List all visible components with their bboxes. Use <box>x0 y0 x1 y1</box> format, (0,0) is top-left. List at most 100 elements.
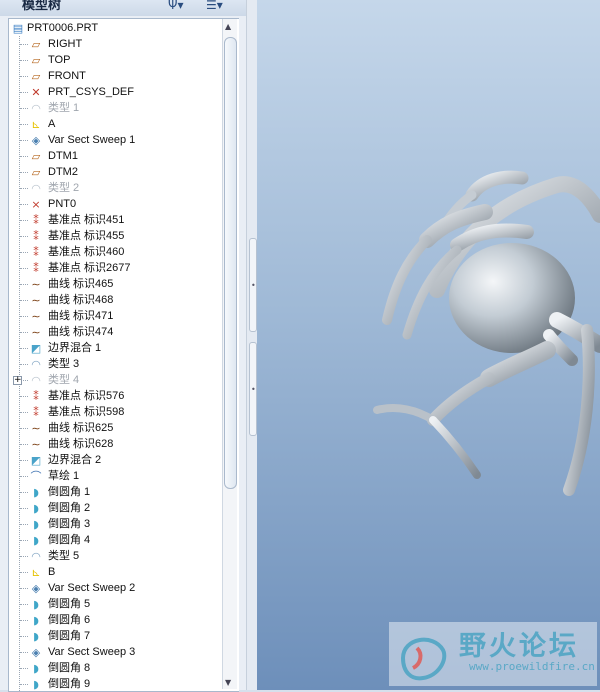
graphics-window[interactable]: 野火论坛 www.proewildfire.cn <box>257 0 600 690</box>
points-icon: ⁑ <box>33 214 39 227</box>
tree-item-label: 倒圆角 7 <box>48 630 91 642</box>
tree-item[interactable]: ◈ Var Sect Sweep 3 <box>9 644 225 660</box>
plane-icon: ▱ <box>31 54 41 67</box>
tree-item[interactable]: ⁑ 基准点 标识2677 <box>9 260 225 276</box>
curve-icon: ∼ <box>31 310 41 323</box>
tree-item-label: 倒圆角 4 <box>48 534 91 546</box>
tree-item-label: 类型 5 <box>48 550 80 562</box>
tree-item[interactable]: ◗ 倒圆角 3 <box>9 516 225 532</box>
expand-icon[interactable]: + <box>13 376 22 385</box>
round-icon: ◗ <box>33 678 39 691</box>
tree-item[interactable]: ▱ RIGHT <box>9 36 225 52</box>
round-icon: ◗ <box>33 534 39 547</box>
tree-item[interactable]: ◗ 倒圆角 1 <box>9 484 225 500</box>
tree-item[interactable]: ◠ 类型 1 <box>9 100 225 116</box>
tree-settings-button[interactable]: ☰▾ <box>206 0 240 12</box>
tree-branch-line <box>20 540 28 541</box>
quilt-icon: ◠ <box>31 550 41 563</box>
tree-branch-line <box>20 236 28 237</box>
tree-item-label: DTM1 <box>48 150 78 162</box>
quilt-icon: ◠ <box>31 374 41 387</box>
show-filter-button[interactable]: Ψ▾ <box>168 0 198 12</box>
scroll-down-icon[interactable]: ▼ <box>225 678 231 687</box>
tree-item[interactable]: ◗ 倒圆角 6 <box>9 612 225 628</box>
tree-item[interactable]: ◩ 边界混合 1 <box>9 340 225 356</box>
csys-axis-icon: ⊾ <box>31 566 41 579</box>
tree-item[interactable]: ⁑ 基准点 标识455 <box>9 228 225 244</box>
tree-item-label: 类型 1 <box>48 102 80 114</box>
tree-branch-line <box>20 444 28 445</box>
tree-item[interactable]: ⁑ 基准点 标识460 <box>9 244 225 260</box>
tree-item[interactable]: ⊾ A <box>9 116 225 132</box>
plane-icon: ▱ <box>31 70 41 83</box>
tree-branch-line <box>20 604 28 605</box>
tree-item[interactable]: + ◠ 类型 4 <box>9 372 225 388</box>
tree-branch-line <box>20 44 28 45</box>
tree-item[interactable]: ⁑ 基准点 标识451 <box>9 212 225 228</box>
tree-item[interactable]: ◈ Var Sect Sweep 1 <box>9 132 225 148</box>
tree-item[interactable]: ◗ 倒圆角 2 <box>9 500 225 516</box>
tree-branch-line <box>20 588 28 589</box>
forum-logo-icon <box>400 637 447 681</box>
points-icon: ⁑ <box>33 390 39 403</box>
tree-item[interactable]: × PNT0 <box>9 196 225 212</box>
tree-item[interactable]: ▱ DTM2 <box>9 164 225 180</box>
tree-item[interactable]: ⌒ 草绘 1 <box>9 468 225 484</box>
tree-item-label: 曲线 标识474 <box>48 326 114 338</box>
tree-item[interactable]: ◩ 边界混合 2 <box>9 452 225 468</box>
quilt-icon: ◠ <box>31 358 41 371</box>
tree-branch-line <box>20 492 28 493</box>
tree-item[interactable]: ◠ 类型 2 <box>9 180 225 196</box>
tree-branch-line <box>20 428 28 429</box>
blend-icon: ◩ <box>30 342 42 355</box>
splitter-grip-lower[interactable]: • <box>249 342 257 436</box>
tree-item[interactable]: ∼ 曲线 标识471 <box>9 308 225 324</box>
scroll-up-icon[interactable]: ▲ <box>225 22 231 31</box>
tree-scrollbar[interactable]: ▲ ▼ <box>222 19 237 689</box>
tree-branch-line <box>20 364 28 365</box>
panel-splitter[interactable]: • • <box>246 0 257 690</box>
curve-icon: ∼ <box>31 294 41 307</box>
curve-icon: ∼ <box>31 438 41 451</box>
tree-item-label: 曲线 标识625 <box>48 422 114 434</box>
model-tree[interactable]: ▤ PRT0006.PRT ▱ RIGHT ▱ TOP ▱ FRONT ✕ PRT_CSYS_… <box>8 18 239 692</box>
tree-item[interactable]: ∼ 曲线 标识465 <box>9 276 225 292</box>
tree-branch-line <box>20 108 28 109</box>
tree-item[interactable]: ∼ 曲线 标识468 <box>9 292 225 308</box>
points-icon: ⁑ <box>33 230 39 243</box>
tree-item[interactable]: ▱ TOP <box>9 52 225 68</box>
sweep-icon: ◈ <box>31 646 41 659</box>
tree-item[interactable]: ◗ 倒圆角 4 <box>9 532 225 548</box>
tree-item[interactable]: ◠ 类型 3 <box>9 356 225 372</box>
tree-item[interactable]: ⊾ B <box>9 564 225 580</box>
scroll-thumb[interactable] <box>224 37 237 489</box>
round-icon: ◗ <box>33 662 39 675</box>
round-icon: ◗ <box>33 502 39 515</box>
tree-item-label: 类型 2 <box>48 182 80 194</box>
tree-item[interactable]: ∼ 曲线 标识625 <box>9 420 225 436</box>
tree-item-label: 类型 4 <box>48 374 80 386</box>
tree-item[interactable]: ◗ 倒圆角 5 <box>9 596 225 612</box>
tree-item[interactable]: ◠ 类型 5 <box>9 548 225 564</box>
forum-watermark: 野火论坛 www.proewildfire.cn <box>389 622 597 686</box>
tree-item[interactable]: ✕ PRT_CSYS_DEF <box>9 84 225 100</box>
curve-icon: ∼ <box>31 326 41 339</box>
tree-root[interactable]: ▤ PRT0006.PRT <box>9 20 225 36</box>
tree-item[interactable]: ◗ 倒圆角 7 <box>9 628 225 644</box>
tree-item-label: TOP <box>48 54 71 66</box>
tree-item[interactable]: ▱ DTM1 <box>9 148 225 164</box>
panel-title: 模型树 <box>22 0 62 13</box>
tree-item[interactable]: ∼ 曲线 标识474 <box>9 324 225 340</box>
tree-branch-line <box>20 460 28 461</box>
tree-item[interactable]: ▱ FRONT <box>9 68 225 84</box>
tree-item[interactable]: ⁑ 基准点 标识598 <box>9 404 225 420</box>
tree-item[interactable]: ◈ Var Sect Sweep 2 <box>9 580 225 596</box>
tree-item-label: 曲线 标识628 <box>48 438 114 450</box>
tree-branch-line <box>20 684 28 685</box>
splitter-grip-upper[interactable]: • <box>249 238 257 332</box>
tree-branch-line <box>20 524 28 525</box>
tree-item[interactable]: ◗ 倒圆角 8 <box>9 660 225 676</box>
tree-item[interactable]: ⁑ 基准点 标识576 <box>9 388 225 404</box>
tree-item[interactable]: ∼ 曲线 标识628 <box>9 436 225 452</box>
tree-item-label: 曲线 标识468 <box>48 294 114 306</box>
